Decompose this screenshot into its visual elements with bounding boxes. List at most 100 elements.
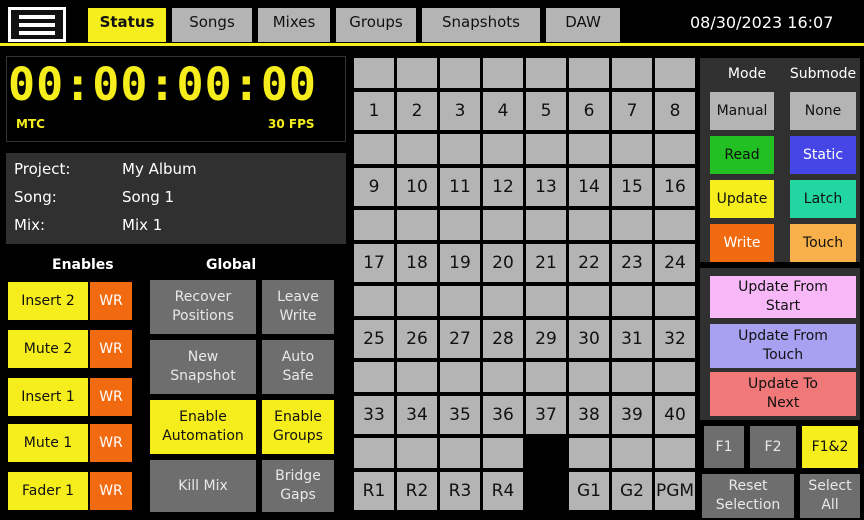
- kill-mix-button[interactable]: Kill Mix: [150, 460, 256, 512]
- track-strip-top[interactable]: [440, 210, 480, 240]
- track-strip-top[interactable]: [612, 438, 652, 468]
- track-strip-top[interactable]: [440, 58, 480, 88]
- track-button[interactable]: 29: [526, 320, 566, 358]
- track-button[interactable]: 1: [354, 92, 394, 130]
- track-button[interactable]: 24: [655, 244, 695, 282]
- update-from-touch-button[interactable]: Update From Touch: [710, 324, 856, 368]
- leave-write-button[interactable]: Leave Write: [262, 280, 334, 334]
- track-button[interactable]: 16: [655, 168, 695, 206]
- track-button[interactable]: 40: [655, 396, 695, 434]
- track-button[interactable]: 14: [569, 168, 609, 206]
- enable-mute-2-button[interactable]: Mute 2: [8, 330, 88, 368]
- track-button[interactable]: 23: [612, 244, 652, 282]
- new-snapshot-button[interactable]: New Snapshot: [150, 340, 256, 394]
- track-button[interactable]: 33: [354, 396, 394, 434]
- submode-touch-button[interactable]: Touch: [790, 224, 856, 262]
- track-button[interactable]: 17: [354, 244, 394, 282]
- track-strip-top[interactable]: [483, 58, 523, 88]
- tab-snapshots[interactable]: Snapshots: [422, 8, 540, 42]
- track-strip-top[interactable]: [483, 438, 523, 468]
- track-strip-top[interactable]: [440, 438, 480, 468]
- track-strip-top[interactable]: [655, 362, 695, 392]
- track-button[interactable]: R1: [354, 472, 394, 510]
- track-button[interactable]: 3: [440, 92, 480, 130]
- f2-button[interactable]: F2: [750, 426, 796, 468]
- track-button[interactable]: 12: [483, 168, 523, 206]
- tab-daw[interactable]: DAW: [546, 8, 620, 42]
- select-all-button[interactable]: Select All: [800, 474, 860, 518]
- track-button[interactable]: 13: [526, 168, 566, 206]
- track-strip-top[interactable]: [354, 210, 394, 240]
- track-strip-top[interactable]: [569, 286, 609, 316]
- track-button[interactable]: 32: [655, 320, 695, 358]
- track-strip-top[interactable]: [655, 58, 695, 88]
- mode-manual-button[interactable]: Manual: [710, 92, 774, 130]
- enable-fader-1-button[interactable]: Fader 1: [8, 472, 88, 510]
- track-button[interactable]: R2: [397, 472, 437, 510]
- track-strip-top[interactable]: [569, 134, 609, 164]
- track-button[interactable]: 4: [483, 92, 523, 130]
- track-strip-top[interactable]: [612, 210, 652, 240]
- track-button[interactable]: G2: [612, 472, 652, 510]
- track-strip-top[interactable]: [526, 286, 566, 316]
- enable-mute-1-button[interactable]: Mute 1: [8, 424, 88, 462]
- track-button[interactable]: 37: [526, 396, 566, 434]
- track-button[interactable]: 30: [569, 320, 609, 358]
- track-strip-top[interactable]: [397, 210, 437, 240]
- track-button[interactable]: 15: [612, 168, 652, 206]
- track-button[interactable]: 28: [483, 320, 523, 358]
- track-button[interactable]: 20: [483, 244, 523, 282]
- submode-static-button[interactable]: Static: [790, 136, 856, 174]
- mode-read-button[interactable]: Read: [710, 136, 774, 174]
- submode-latch-button[interactable]: Latch: [790, 180, 856, 218]
- wr-insert-2-button[interactable]: WR: [90, 282, 132, 320]
- track-button[interactable]: 25: [354, 320, 394, 358]
- track-strip-top[interactable]: [397, 286, 437, 316]
- track-strip-top[interactable]: [440, 286, 480, 316]
- recover-positions-button[interactable]: Recover Positions: [150, 280, 256, 334]
- track-strip-top[interactable]: [354, 286, 394, 316]
- track-button[interactable]: 38: [569, 396, 609, 434]
- track-strip-top[interactable]: [612, 362, 652, 392]
- track-strip-top[interactable]: [354, 58, 394, 88]
- tab-mixes[interactable]: Mixes: [258, 8, 330, 42]
- track-strip-top[interactable]: [526, 58, 566, 88]
- track-strip-top[interactable]: [483, 210, 523, 240]
- track-button[interactable]: R3: [440, 472, 480, 510]
- track-strip-top[interactable]: [440, 134, 480, 164]
- track-strip-top[interactable]: [483, 286, 523, 316]
- track-strip-top[interactable]: [655, 438, 695, 468]
- track-button[interactable]: 10: [397, 168, 437, 206]
- track-strip-top[interactable]: [569, 58, 609, 88]
- track-strip-top[interactable]: [397, 134, 437, 164]
- track-strip-top[interactable]: [483, 134, 523, 164]
- track-strip-top[interactable]: [612, 58, 652, 88]
- auto-safe-button[interactable]: Auto Safe: [262, 340, 334, 394]
- track-button[interactable]: 36: [483, 396, 523, 434]
- track-button[interactable]: 34: [397, 396, 437, 434]
- track-strip-top[interactable]: [354, 362, 394, 392]
- wr-mute-2-button[interactable]: WR: [90, 330, 132, 368]
- track-button[interactable]: G1: [569, 472, 609, 510]
- track-strip-top[interactable]: [483, 362, 523, 392]
- track-strip-top[interactable]: [526, 134, 566, 164]
- tab-status[interactable]: Status: [88, 8, 166, 42]
- wr-insert-1-button[interactable]: WR: [90, 378, 132, 416]
- track-strip-top[interactable]: [397, 362, 437, 392]
- track-strip-top[interactable]: [612, 134, 652, 164]
- track-button[interactable]: 26: [397, 320, 437, 358]
- track-strip-top[interactable]: [569, 438, 609, 468]
- track-strip-top[interactable]: [526, 362, 566, 392]
- track-strip-top[interactable]: [397, 438, 437, 468]
- f1-button[interactable]: F1: [704, 426, 744, 468]
- menu-icon[interactable]: [8, 7, 66, 42]
- mode-update-button[interactable]: Update: [710, 180, 774, 218]
- reset-selection-button[interactable]: Reset Selection: [702, 474, 794, 518]
- enable-insert-1-button[interactable]: Insert 1: [8, 378, 88, 416]
- track-strip-top[interactable]: [569, 362, 609, 392]
- track-button[interactable]: 5: [526, 92, 566, 130]
- track-strip-top[interactable]: [354, 134, 394, 164]
- track-button[interactable]: 6: [569, 92, 609, 130]
- track-button[interactable]: PGM: [655, 472, 695, 510]
- track-strip-top[interactable]: [526, 210, 566, 240]
